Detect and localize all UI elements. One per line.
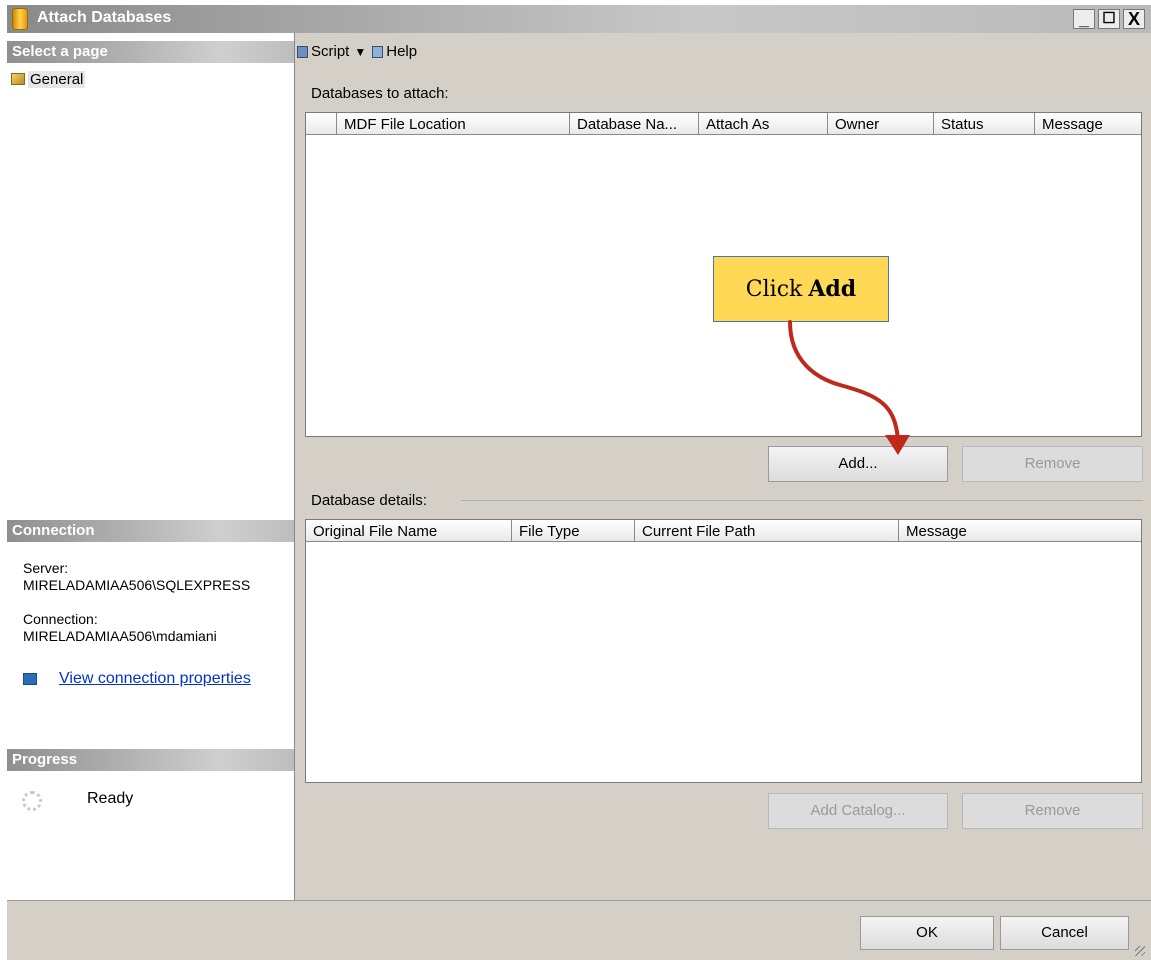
annotation-arrow — [788, 320, 910, 455]
annotation-arrow-head-icon — [885, 435, 910, 455]
annotation-arrow-line — [788, 320, 900, 442]
